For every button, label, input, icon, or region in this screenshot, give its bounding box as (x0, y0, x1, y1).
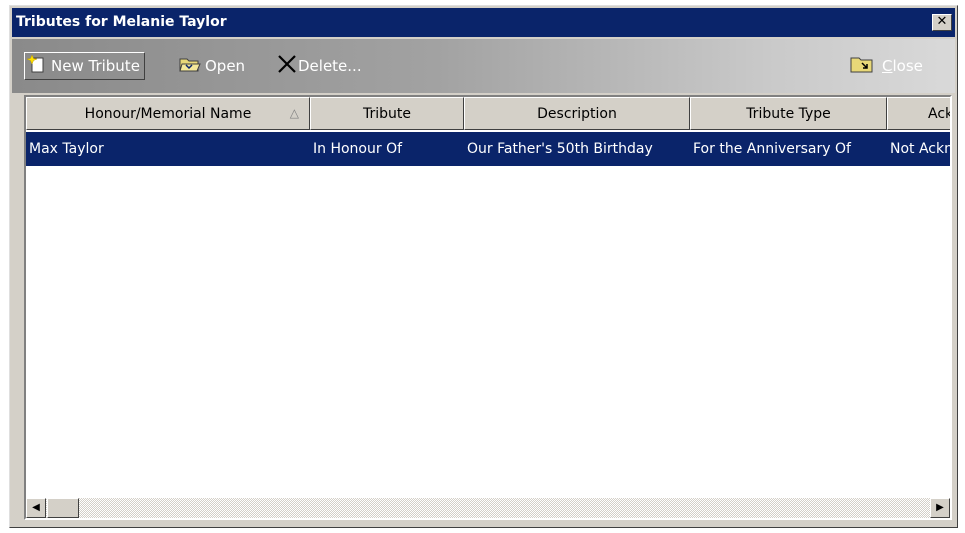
column-header-description[interactable]: Description (464, 97, 690, 130)
arrow-left-icon: ◀ (32, 502, 40, 513)
cell-name: Max Taylor (29, 141, 104, 157)
scrollbar-thumb[interactable] (47, 498, 79, 518)
list-header: Honour/Memorial Name △ Tribute Descripti… (26, 97, 950, 130)
delete-label: Delete... (298, 57, 362, 75)
close-icon: ✕ (936, 14, 948, 29)
cell-acknowledgement: Not Ackn (890, 141, 950, 157)
new-tribute-button[interactable]: New Tribute (24, 52, 145, 80)
open-label: Open (205, 57, 246, 75)
delete-button[interactable]: Delete... (277, 52, 362, 80)
new-tribute-label: New Tribute (51, 57, 140, 75)
horizontal-scrollbar[interactable]: ◀ ▶ (26, 498, 950, 518)
arrow-right-icon: ▶ (936, 502, 944, 513)
cell-description: Our Father's 50th Birthday (467, 141, 653, 157)
delete-x-icon (277, 54, 297, 78)
sort-ascending-icon: △ (289, 106, 299, 120)
toolbar: New Tribute Open Delete... Close (12, 39, 955, 93)
tributes-list[interactable]: Honour/Memorial Name △ Tribute Descripti… (24, 95, 952, 520)
column-header-tribute-type[interactable]: Tribute Type (690, 97, 887, 130)
new-document-star-icon (26, 54, 47, 78)
column-header-honour-memorial-name[interactable]: Honour/Memorial Name △ (26, 97, 310, 130)
scroll-left-button[interactable]: ◀ (26, 498, 46, 518)
window-title: Tributes for Melanie Taylor (16, 14, 227, 30)
open-button[interactable]: Open (179, 52, 245, 80)
cell-tribute-type: For the Anniversary Of (693, 141, 851, 157)
tributes-window: Tributes for Melanie Taylor ✕ New Tribut… (9, 5, 958, 528)
open-folder-icon (179, 55, 201, 77)
close-window-button[interactable]: ✕ (932, 14, 952, 31)
close-label: Close (882, 57, 923, 75)
table-row[interactable]: Max Taylor In Honour Of Our Father's 50t… (26, 132, 950, 166)
column-header-tribute[interactable]: Tribute (310, 97, 464, 130)
column-header-acknowledgement[interactable]: Ack (887, 97, 950, 130)
close-button[interactable]: Close (850, 52, 923, 80)
close-folder-icon (850, 55, 874, 77)
cell-tribute: In Honour Of (313, 141, 403, 157)
scroll-right-button[interactable]: ▶ (930, 498, 950, 518)
title-bar: Tributes for Melanie Taylor ✕ (12, 8, 955, 37)
